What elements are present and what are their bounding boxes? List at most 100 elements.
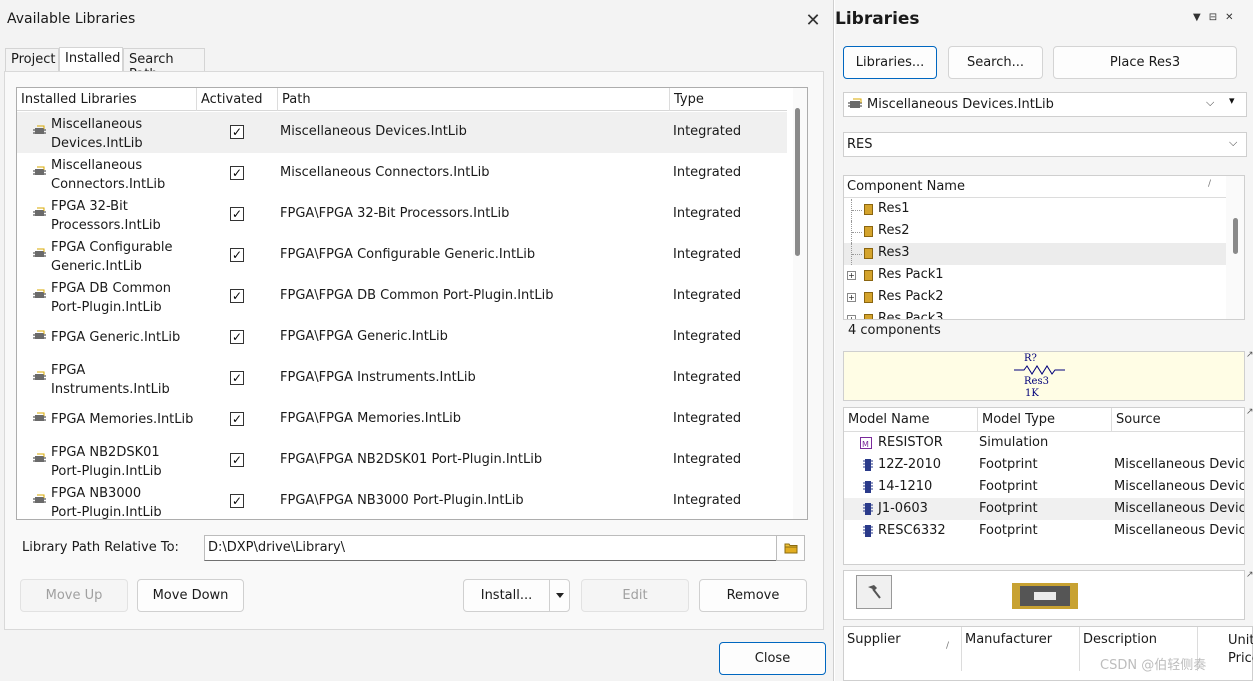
component-name-header[interactable]: Component Name / [844, 176, 1226, 198]
table-row[interactable]: FPGA 32-Bit Processors.IntLib ✓ FPGA\FPGA 3… [17, 194, 787, 235]
table-row[interactable]: Miscellaneous Devices.IntLib ✓ Miscellaneou… [17, 112, 787, 153]
activated-checkbox[interactable]: ✓ [230, 289, 244, 303]
library-type: Integrated [673, 206, 742, 221]
library-type: Integrated [673, 329, 742, 344]
component-name: Res2 [878, 223, 910, 238]
component-scrollbar-thumb[interactable] [1233, 218, 1238, 254]
table-row[interactable]: FPGA Configurable Generic.IntLib ✓ FPGA\FPG… [17, 235, 787, 276]
filter-combo[interactable]: RES ⌵ [843, 132, 1247, 157]
library-menu-icon[interactable]: ▾ [1229, 94, 1235, 107]
panel-controls: ▼⊟✕ [1193, 12, 1241, 23]
column-header-source[interactable]: Source [1112, 408, 1244, 431]
column-header-unit-price[interactable]: Unit Price [1198, 627, 1253, 671]
activated-checkbox[interactable]: ✓ [230, 207, 244, 221]
place-component-button[interactable]: Place Res3 [1053, 46, 1237, 79]
table-row[interactable]: FPGA Memories.IntLib ✓ FPGA\FPGA Memories.… [17, 399, 787, 440]
column-header-activated[interactable]: Activated [197, 88, 278, 111]
list-item[interactable]: + Res Pack2 [844, 287, 1226, 309]
activated-checkbox[interactable]: ✓ [230, 412, 244, 426]
footprint-model-icon [863, 481, 873, 493]
pin-icon[interactable]: ⊟ [1209, 12, 1225, 23]
resize-icon[interactable]: ↗ [1246, 350, 1253, 360]
column-header-path[interactable]: Path [278, 88, 670, 111]
column-header-supplier[interactable]: Supplier / [844, 627, 962, 671]
activated-checkbox[interactable]: ✓ [230, 330, 244, 344]
tab-installed[interactable]: Installed [59, 47, 123, 72]
table-row[interactable]: 12Z-2010 Footprint Miscellaneous Device: [844, 454, 1244, 476]
library-name: FPGA Memories.IntLib [51, 410, 201, 429]
library-select[interactable]: Miscellaneous Devices.IntLib ⌵ ▾ [843, 92, 1247, 117]
table-row[interactable]: FPGA NB2DSK01 Port-Plugin.IntLib ✓ FPGA\FPG… [17, 440, 787, 481]
close-icon[interactable]: ✕ [798, 6, 828, 34]
libraries-button-label: Libraries... [855, 55, 925, 70]
tab-project[interactable]: Project [5, 48, 59, 71]
panel-close-icon[interactable]: ✕ [1225, 12, 1241, 23]
component-list[interactable]: Component Name / Res1 Res2 Res3 + Res Pack1 +… [843, 175, 1245, 320]
library-name-line: Port-Plugin.IntLib [51, 300, 162, 315]
activated-checkbox[interactable]: ✓ [230, 453, 244, 467]
model-source: Miscellaneous Device: [1114, 523, 1245, 538]
tree-line [852, 210, 862, 211]
table-row[interactable]: 14-1210 Footprint Miscellaneous Device: [844, 476, 1244, 498]
library-icon [848, 98, 862, 108]
tab-search-path[interactable]: Search Path [123, 48, 205, 82]
activated-checkbox[interactable]: ✓ [230, 494, 244, 508]
list-item[interactable]: + Res Pack1 [844, 265, 1226, 287]
scrollbar-thumb[interactable] [795, 108, 800, 256]
expand-icon[interactable]: + [847, 293, 856, 302]
library-type: Integrated [673, 411, 742, 426]
table-row[interactable]: FPGA Instruments.IntLib ✓ FPGA\FPGA Instrum… [17, 358, 787, 399]
expand-icon[interactable]: + [847, 271, 856, 280]
tree-line [852, 232, 862, 233]
library-name: Miscellaneous Connectors.IntLib [51, 156, 201, 194]
list-item[interactable]: Res1 [844, 199, 1226, 221]
library-type: Integrated [673, 452, 742, 467]
activated-checkbox[interactable]: ✓ [230, 371, 244, 385]
resize-icon[interactable]: ↗ [1246, 407, 1253, 417]
library-name-line: FPGA Configurable [51, 240, 173, 255]
activated-checkbox[interactable]: ✓ [230, 166, 244, 180]
table-row[interactable]: FPGA Generic.IntLib ✓ FPGA\FPGA Generic.In… [17, 317, 787, 358]
library-name-line: FPGA Memories.IntLib [51, 412, 194, 427]
column-header-installed-libraries[interactable]: Installed Libraries [17, 88, 197, 111]
column-header-manufacturer[interactable]: Manufacturer [962, 627, 1080, 671]
edit-button[interactable]: Edit [581, 579, 689, 612]
search-button[interactable]: Search... [948, 46, 1043, 79]
library-path: FPGA\FPGA NB3000 Port-Plugin.IntLib [280, 493, 524, 508]
component-icon [864, 270, 873, 281]
activated-checkbox[interactable]: ✓ [230, 125, 244, 139]
column-header-model-type[interactable]: Model Type [978, 408, 1112, 431]
table-row[interactable]: Miscellaneous Connectors.IntLib ✓ Miscellan… [17, 153, 787, 194]
install-button[interactable]: Install... [463, 579, 550, 612]
table-row[interactable]: FPGA NB3000 Port-Plugin.IntLib ✓ FPGA\FPGA … [17, 481, 787, 519]
installed-libraries-table[interactable]: Installed Libraries Activated Path Type … [16, 87, 808, 520]
folder-icon [784, 543, 797, 554]
resize-icon[interactable]: ↗ [1246, 570, 1253, 580]
list-item[interactable]: + Res Pack3 [844, 309, 1226, 319]
table-row[interactable]: FPGA DB Common Port-Plugin.IntLib ✓ FPGA\FP… [17, 276, 787, 317]
move-up-button[interactable]: Move Up [20, 579, 128, 612]
library-path-input[interactable]: D:\DXP\drive\Library\ [204, 535, 777, 561]
3d-view-button[interactable] [856, 575, 892, 609]
library-icon [33, 248, 46, 257]
expand-icon[interactable]: + [847, 315, 856, 319]
folder-browse-button[interactable] [776, 535, 805, 561]
library-type: Integrated [673, 165, 742, 180]
library-name: FPGA 32-Bit Processors.IntLib [51, 197, 201, 235]
column-header-model-name[interactable]: Model Name [844, 408, 978, 431]
table-row[interactable]: RESC6332 Footprint Miscellaneous Device: [844, 520, 1245, 542]
list-item[interactable]: Res3 [844, 243, 1226, 265]
activated-checkbox[interactable]: ✓ [230, 248, 244, 262]
table-row[interactable]: J1-0603 Footprint Miscellaneous Device: [844, 498, 1244, 520]
install-dropdown-button[interactable] [549, 579, 570, 612]
move-down-button[interactable]: Move Down [137, 579, 244, 612]
library-type: Integrated [673, 124, 742, 139]
remove-button[interactable]: Remove [699, 579, 807, 612]
libraries-button[interactable]: Libraries... [843, 46, 937, 79]
model-list[interactable]: Model Name Model Type Source M RESISTOR Si… [843, 407, 1245, 565]
table-row[interactable]: M RESISTOR Simulation [844, 432, 1244, 454]
panel-menu-icon[interactable]: ▼ [1193, 12, 1209, 23]
close-button[interactable]: Close [719, 642, 826, 675]
list-item[interactable]: Res2 [844, 221, 1226, 243]
column-header-type[interactable]: Type [670, 88, 787, 111]
